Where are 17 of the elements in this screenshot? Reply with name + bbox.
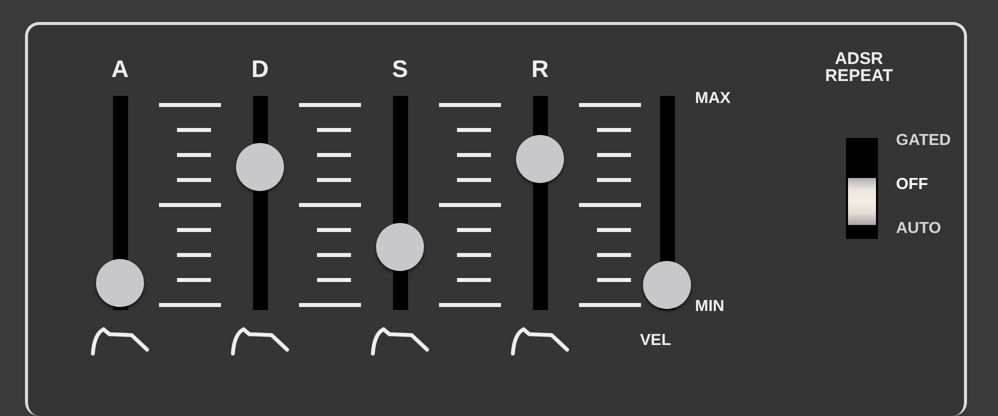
switch-option-label: GATED [896, 132, 951, 150]
slider-label: S [392, 55, 408, 85]
slider-label: D [251, 55, 269, 85]
slider-thumb[interactable] [236, 142, 284, 191]
switch-option-label: AUTO [896, 220, 942, 238]
min-label: MIN [695, 298, 726, 316]
slider-thumb[interactable] [516, 134, 564, 183]
velocity-label: VEL [640, 332, 672, 350]
switch-lever[interactable] [848, 178, 876, 225]
slider-thumb[interactable] [96, 259, 144, 308]
slider-thumb[interactable] [376, 223, 424, 272]
max-label: MAX [695, 90, 731, 108]
slider-thumb[interactable] [643, 261, 691, 309]
slider-label: R [531, 55, 549, 85]
switch-title: ADSR REPEAT [824, 50, 894, 84]
slider-label: A [111, 55, 129, 85]
switch-option-label: OFF [896, 176, 929, 194]
